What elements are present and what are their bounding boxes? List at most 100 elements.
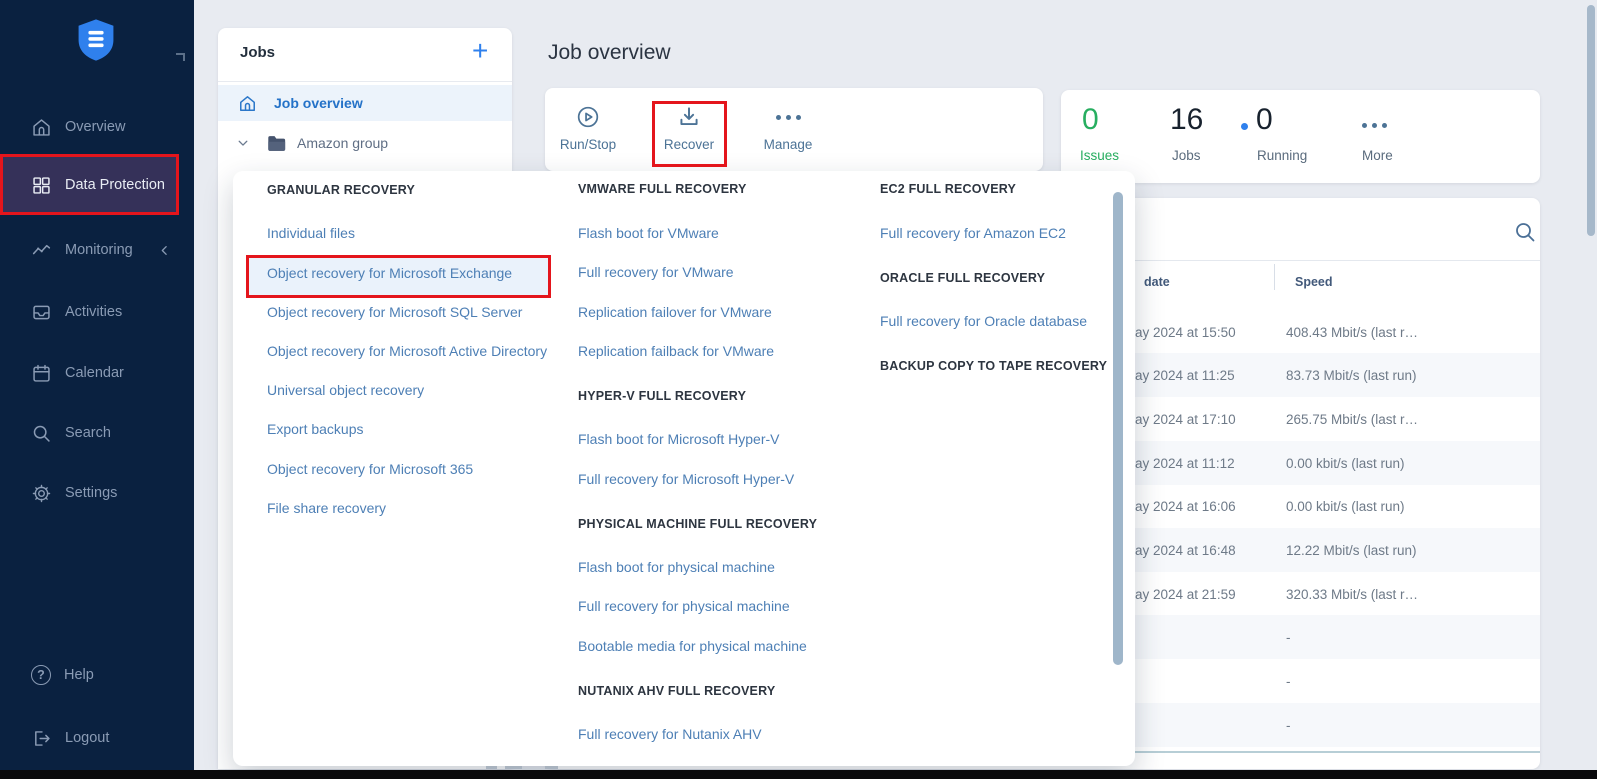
search-icon[interactable] [1513, 220, 1537, 244]
sidebar-item-activities[interactable]: Activities [0, 292, 194, 332]
menu-scrollbar[interactable] [1113, 192, 1123, 665]
jobs-item-label: Amazon group [297, 135, 388, 151]
menu-item-full-recovery-oracle[interactable]: Full recovery for Oracle database [880, 313, 1087, 329]
column-header-speed[interactable]: Speed [1295, 275, 1333, 289]
speed-cell: - [1286, 718, 1291, 733]
page-title: Job overview [548, 41, 671, 65]
menu-item-full-recovery-vmware[interactable]: Full recovery for VMware [578, 264, 734, 280]
more-label[interactable]: More [1362, 148, 1393, 163]
sidebar-item-data-protection[interactable]: Data Protection [0, 165, 194, 205]
sidebar-item-overview[interactable]: Overview [0, 107, 194, 147]
menu-item-bootable-media-physical[interactable]: Bootable media for physical machine [578, 638, 807, 654]
column-divider[interactable] [1274, 264, 1275, 290]
menu-item-export-backups[interactable]: Export backups [267, 421, 364, 437]
jobs-item-label: Job overview [274, 95, 363, 111]
speed-cell: 265.75 Mbit/s (last r… [1286, 412, 1418, 427]
menu-item-full-recovery-physical[interactable]: Full recovery for physical machine [578, 598, 790, 614]
menu-item-universal-object-recovery[interactable]: Universal object recovery [267, 382, 424, 398]
home-icon [31, 117, 52, 138]
running-count: 0 [1256, 103, 1273, 137]
sidebar-item-search[interactable]: Search [0, 413, 194, 453]
run-stop-button[interactable]: Run/Stop [546, 104, 630, 152]
run-stop-label: Run/Stop [560, 137, 616, 152]
job-stats-card: 0 Issues 16 Jobs 0 Running More [1061, 90, 1540, 183]
divider [218, 81, 512, 82]
speed-cell: - [1286, 630, 1291, 645]
logout-icon [31, 728, 52, 749]
menu-item-object-recovery-exchange[interactable]: Object recovery for Microsoft Exchange [267, 265, 512, 281]
sidebar-item-monitoring[interactable]: Monitoring [0, 230, 194, 270]
help-icon: ? [31, 665, 51, 685]
menu-section-nutanix: NUTANIX AHV FULL RECOVERY [578, 684, 775, 698]
chevron-down-icon[interactable] [236, 136, 250, 150]
speed-cell: - [1286, 674, 1291, 689]
manage-label: Manage [764, 137, 813, 152]
sidebar-item-label: Activities [65, 304, 122, 320]
menu-item-flash-boot-physical[interactable]: Flash boot for physical machine [578, 559, 775, 575]
menu-item-full-recovery-hyperv[interactable]: Full recovery for Microsoft Hyper-V [578, 471, 794, 487]
speed-cell: 408.43 Mbit/s (last r… [1286, 325, 1418, 340]
menu-section-vmware: VMWARE FULL RECOVERY [578, 182, 747, 196]
menu-section-oracle: ORACLE FULL RECOVERY [880, 271, 1045, 285]
more-ellipsis-icon[interactable] [1362, 112, 1387, 138]
speed-cell: 0.00 kbit/s (last run) [1286, 499, 1405, 514]
jobs-item-job-overview[interactable]: Job overview [218, 85, 512, 121]
issues-label[interactable]: Issues [1080, 148, 1119, 163]
recover-button[interactable]: Recover [647, 104, 731, 152]
menu-section-physical: PHYSICAL MACHINE FULL RECOVERY [578, 517, 817, 531]
menu-item-replication-failover-vmware[interactable]: Replication failover for VMware [578, 304, 772, 320]
app-window: Overview Data Protection Monitoring Acti… [0, 0, 1597, 779]
job-actions-toolbar: Run/Stop Recover Manage [545, 88, 1043, 171]
jobs-label[interactable]: Jobs [1172, 148, 1201, 163]
sidebar-item-help[interactable]: ? Help [0, 655, 194, 695]
menu-item-object-recovery-ad[interactable]: Object recovery for Microsoft Active Dir… [267, 343, 547, 359]
sidebar-item-settings[interactable]: Settings [0, 473, 194, 513]
collapse-corner-icon[interactable] [176, 53, 185, 61]
gear-icon [31, 483, 52, 504]
sidebar-item-logout[interactable]: Logout [0, 718, 194, 758]
run-date-cell: ay 2024 at 11:12 [1135, 456, 1235, 471]
running-dot [1241, 123, 1248, 130]
sidebar-item-label: Data Protection [65, 177, 165, 193]
speed-cell: 83.73 Mbit/s (last run) [1286, 368, 1417, 383]
folder-icon [266, 134, 287, 153]
sidebar-item-label: Search [65, 425, 111, 441]
sidebar-item-calendar[interactable]: Calendar [0, 353, 194, 393]
jobs-item-amazon-group[interactable]: Amazon group [218, 125, 512, 161]
download-icon [676, 104, 702, 130]
menu-section-ec2: EC2 FULL RECOVERY [880, 182, 1016, 196]
running-label[interactable]: Running [1257, 148, 1307, 163]
add-job-button[interactable]: + [472, 36, 488, 66]
run-date-cell: ay 2024 at 15:50 [1135, 325, 1236, 340]
menu-item-replication-failback-vmware[interactable]: Replication failback for VMware [578, 343, 774, 359]
menu-section-tape: BACKUP COPY TO TAPE RECOVERY [880, 359, 1107, 373]
run-date-cell: ay 2024 at 17:10 [1135, 412, 1236, 427]
menu-item-object-recovery-m365[interactable]: Object recovery for Microsoft 365 [267, 461, 473, 477]
recover-dropdown-menu: GRANULAR RECOVERY Individual files Objec… [233, 171, 1135, 766]
grid-icon [31, 175, 52, 196]
menu-item-full-recovery-nutanix[interactable]: Full recovery for Nutanix AHV [578, 726, 762, 742]
jobs-panel-title: Jobs [240, 44, 275, 61]
play-circle-icon [575, 104, 601, 130]
sidebar-item-label: Overview [65, 119, 125, 135]
manage-button[interactable]: Manage [746, 104, 830, 152]
menu-item-file-share-recovery[interactable]: File share recovery [267, 500, 386, 516]
calendar-icon [31, 363, 52, 384]
sidebar-item-label: Help [64, 667, 94, 683]
sidebar-item-label: Calendar [65, 365, 124, 381]
speed-cell: 0.00 kbit/s (last run) [1286, 456, 1405, 471]
chevron-left-icon[interactable] [158, 244, 171, 257]
bottom-bar [0, 770, 1597, 779]
menu-item-individual-files[interactable]: Individual files [267, 225, 355, 241]
menu-item-object-recovery-sql[interactable]: Object recovery for Microsoft SQL Server [267, 304, 522, 320]
recover-label: Recover [664, 137, 714, 152]
menu-section-granular-recovery: GRANULAR RECOVERY [267, 183, 415, 197]
menu-item-flash-boot-hyperv[interactable]: Flash boot for Microsoft Hyper-V [578, 431, 780, 447]
page-scrollbar[interactable] [1587, 5, 1595, 236]
column-header-date[interactable]: date [1144, 275, 1170, 289]
search-icon [31, 423, 52, 444]
menu-item-flash-boot-vmware[interactable]: Flash boot for VMware [578, 225, 719, 241]
run-date-cell: ay 2024 at 16:48 [1135, 543, 1236, 558]
run-date-cell: ay 2024 at 11:25 [1135, 368, 1235, 383]
menu-item-full-recovery-ec2[interactable]: Full recovery for Amazon EC2 [880, 225, 1066, 241]
